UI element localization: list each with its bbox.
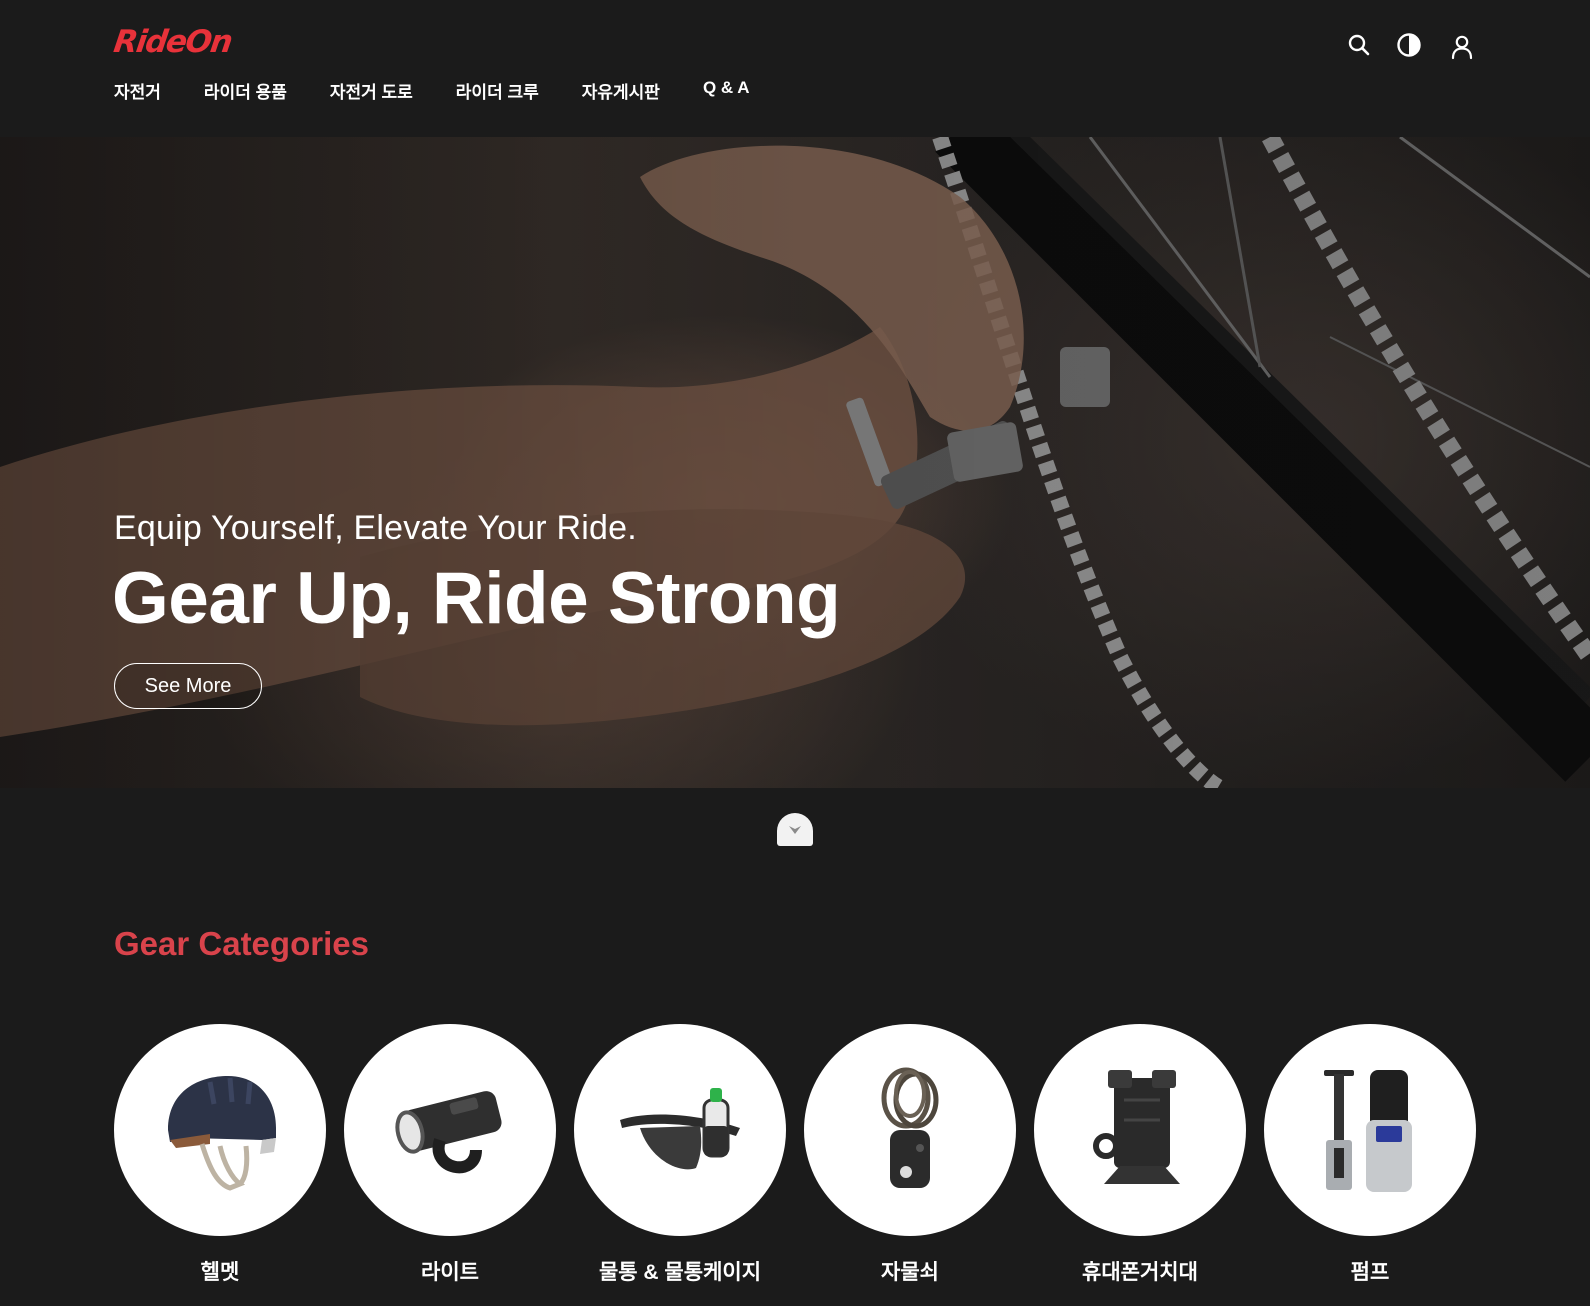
category-image <box>574 1024 786 1236</box>
category-light[interactable]: 라이트 <box>344 1024 556 1284</box>
chevron-down-icon <box>789 825 801 834</box>
category-bottle[interactable]: 물통 & 물통케이지 <box>574 1024 786 1284</box>
category-image <box>804 1024 1016 1236</box>
scroll-down-button[interactable] <box>777 813 813 846</box>
category-image <box>114 1024 326 1236</box>
category-label: 자물쇠 <box>881 1261 939 1284</box>
see-more-button[interactable]: See More <box>114 663 262 709</box>
gear-categories-title: Gear Categories <box>114 925 369 962</box>
category-phone-mount[interactable]: 휴대폰거치대 <box>1034 1024 1246 1284</box>
bike-light-icon <box>395 1091 502 1174</box>
phone-mount-icon <box>1093 1070 1180 1184</box>
category-lock[interactable]: 자물쇠 <box>804 1024 1016 1284</box>
category-label: 라이트 <box>421 1261 479 1284</box>
category-image <box>1034 1024 1246 1236</box>
user-icon[interactable] <box>1447 32 1477 62</box>
site-header: RideOn 자전거 라이더 용품 자전거 도로 라이더 크루 자유게시판 Q … <box>0 0 1590 137</box>
category-label: 헬멧 <box>200 1261 240 1284</box>
cable-lock-icon <box>881 1067 939 1188</box>
nav-item-rider-gear[interactable]: 라이더 용품 <box>204 78 287 103</box>
category-image <box>1264 1024 1476 1236</box>
hero-banner: Equip Yourself, Elevate Your Ride. Gear … <box>0 137 1590 788</box>
nav-item-rider-crew[interactable]: 라이더 크루 <box>456 78 539 103</box>
category-pump[interactable]: 펌프 <box>1264 1024 1476 1284</box>
category-label: 물통 & 물통케이지 <box>598 1261 762 1284</box>
search-icon[interactable] <box>1344 30 1374 60</box>
contrast-icon[interactable] <box>1394 30 1424 60</box>
gear-category-list: 헬멧 라이트 물통 & 물통케이지 자물쇠 휴대폰거치대 펌프 <box>114 1024 1476 1306</box>
category-helmet[interactable]: 헬멧 <box>114 1024 326 1284</box>
category-image <box>344 1024 556 1236</box>
hero-title: Gear Up, Ride Strong <box>112 558 841 639</box>
category-label: 펌프 <box>1350 1261 1390 1284</box>
nav-item-free-board[interactable]: 자유게시판 <box>582 78 660 103</box>
hero-subtitle: Equip Yourself, Elevate Your Ride. <box>114 509 637 547</box>
helmet-icon <box>168 1076 276 1191</box>
nav-item-qna[interactable]: Q & A <box>703 78 750 103</box>
nav-item-bicycle[interactable]: 자전거 <box>114 78 161 103</box>
nav-item-bike-roads[interactable]: 자전거 도로 <box>330 78 413 103</box>
site-logo[interactable]: RideOn <box>111 24 233 60</box>
category-label: 휴대폰거치대 <box>1082 1261 1198 1284</box>
pump-icon <box>1324 1070 1412 1192</box>
main-nav: 자전거 라이더 용품 자전거 도로 라이더 크루 자유게시판 Q & A <box>114 78 793 103</box>
bottle-belt-icon <box>620 1088 740 1170</box>
